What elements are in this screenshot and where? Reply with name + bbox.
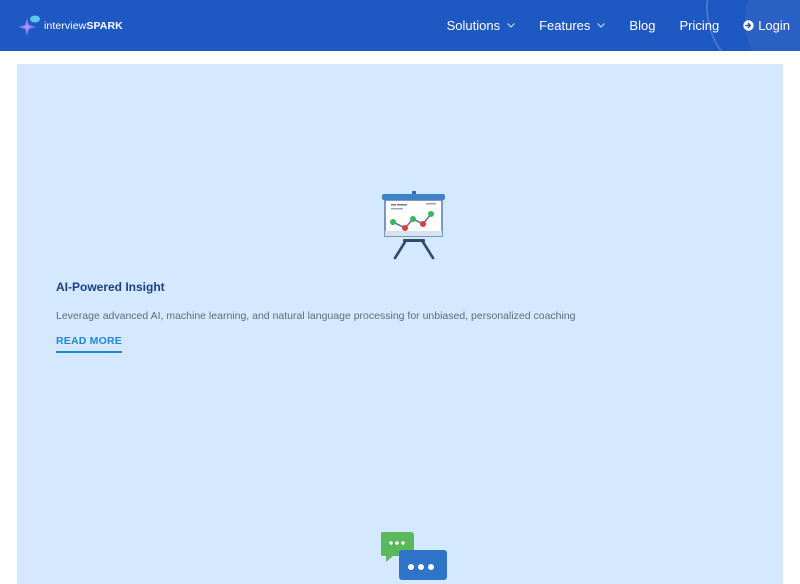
feature-card: AI-Powered Insight Leverage advanced AI,… — [17, 64, 783, 584]
login-icon — [743, 20, 754, 31]
nav-login-label: Login — [758, 18, 790, 33]
spark-logo-icon — [18, 15, 40, 36]
nav-pricing-label: Pricing — [679, 18, 720, 33]
logo-text: interviewSPARK — [44, 20, 123, 32]
site-logo[interactable]: interviewSPARK — [18, 12, 123, 40]
nav-solutions-label: Solutions — [446, 18, 501, 33]
nav-pricing[interactable]: Pricing — [679, 18, 719, 33]
logo-text-bold: SPARK — [86, 20, 123, 32]
nav-solutions[interactable]: Solutions — [447, 18, 515, 33]
chat-bubbles-icon — [381, 532, 447, 580]
logo-text-light: interview — [44, 20, 87, 32]
nav-blog-label: Blog — [629, 18, 656, 33]
feature-description: Leverage advanced AI, machine learning, … — [56, 310, 576, 322]
read-more-link[interactable]: READ MORE — [56, 335, 122, 353]
nav-features-label: Features — [539, 18, 591, 33]
feature-title: AI-Powered Insight — [56, 280, 165, 294]
presentation-chart-icon — [382, 191, 445, 260]
main-nav: Solutions Features Blog Pricing Login — [423, 0, 790, 51]
nav-blog[interactable]: Blog — [629, 18, 655, 33]
nav-login[interactable]: Login — [743, 18, 790, 33]
chevron-down-icon — [507, 23, 515, 28]
nav-features[interactable]: Features — [539, 18, 606, 33]
top-navbar: interviewSPARK Solutions Features Blog P… — [0, 0, 800, 51]
chevron-down-icon — [597, 23, 606, 28]
